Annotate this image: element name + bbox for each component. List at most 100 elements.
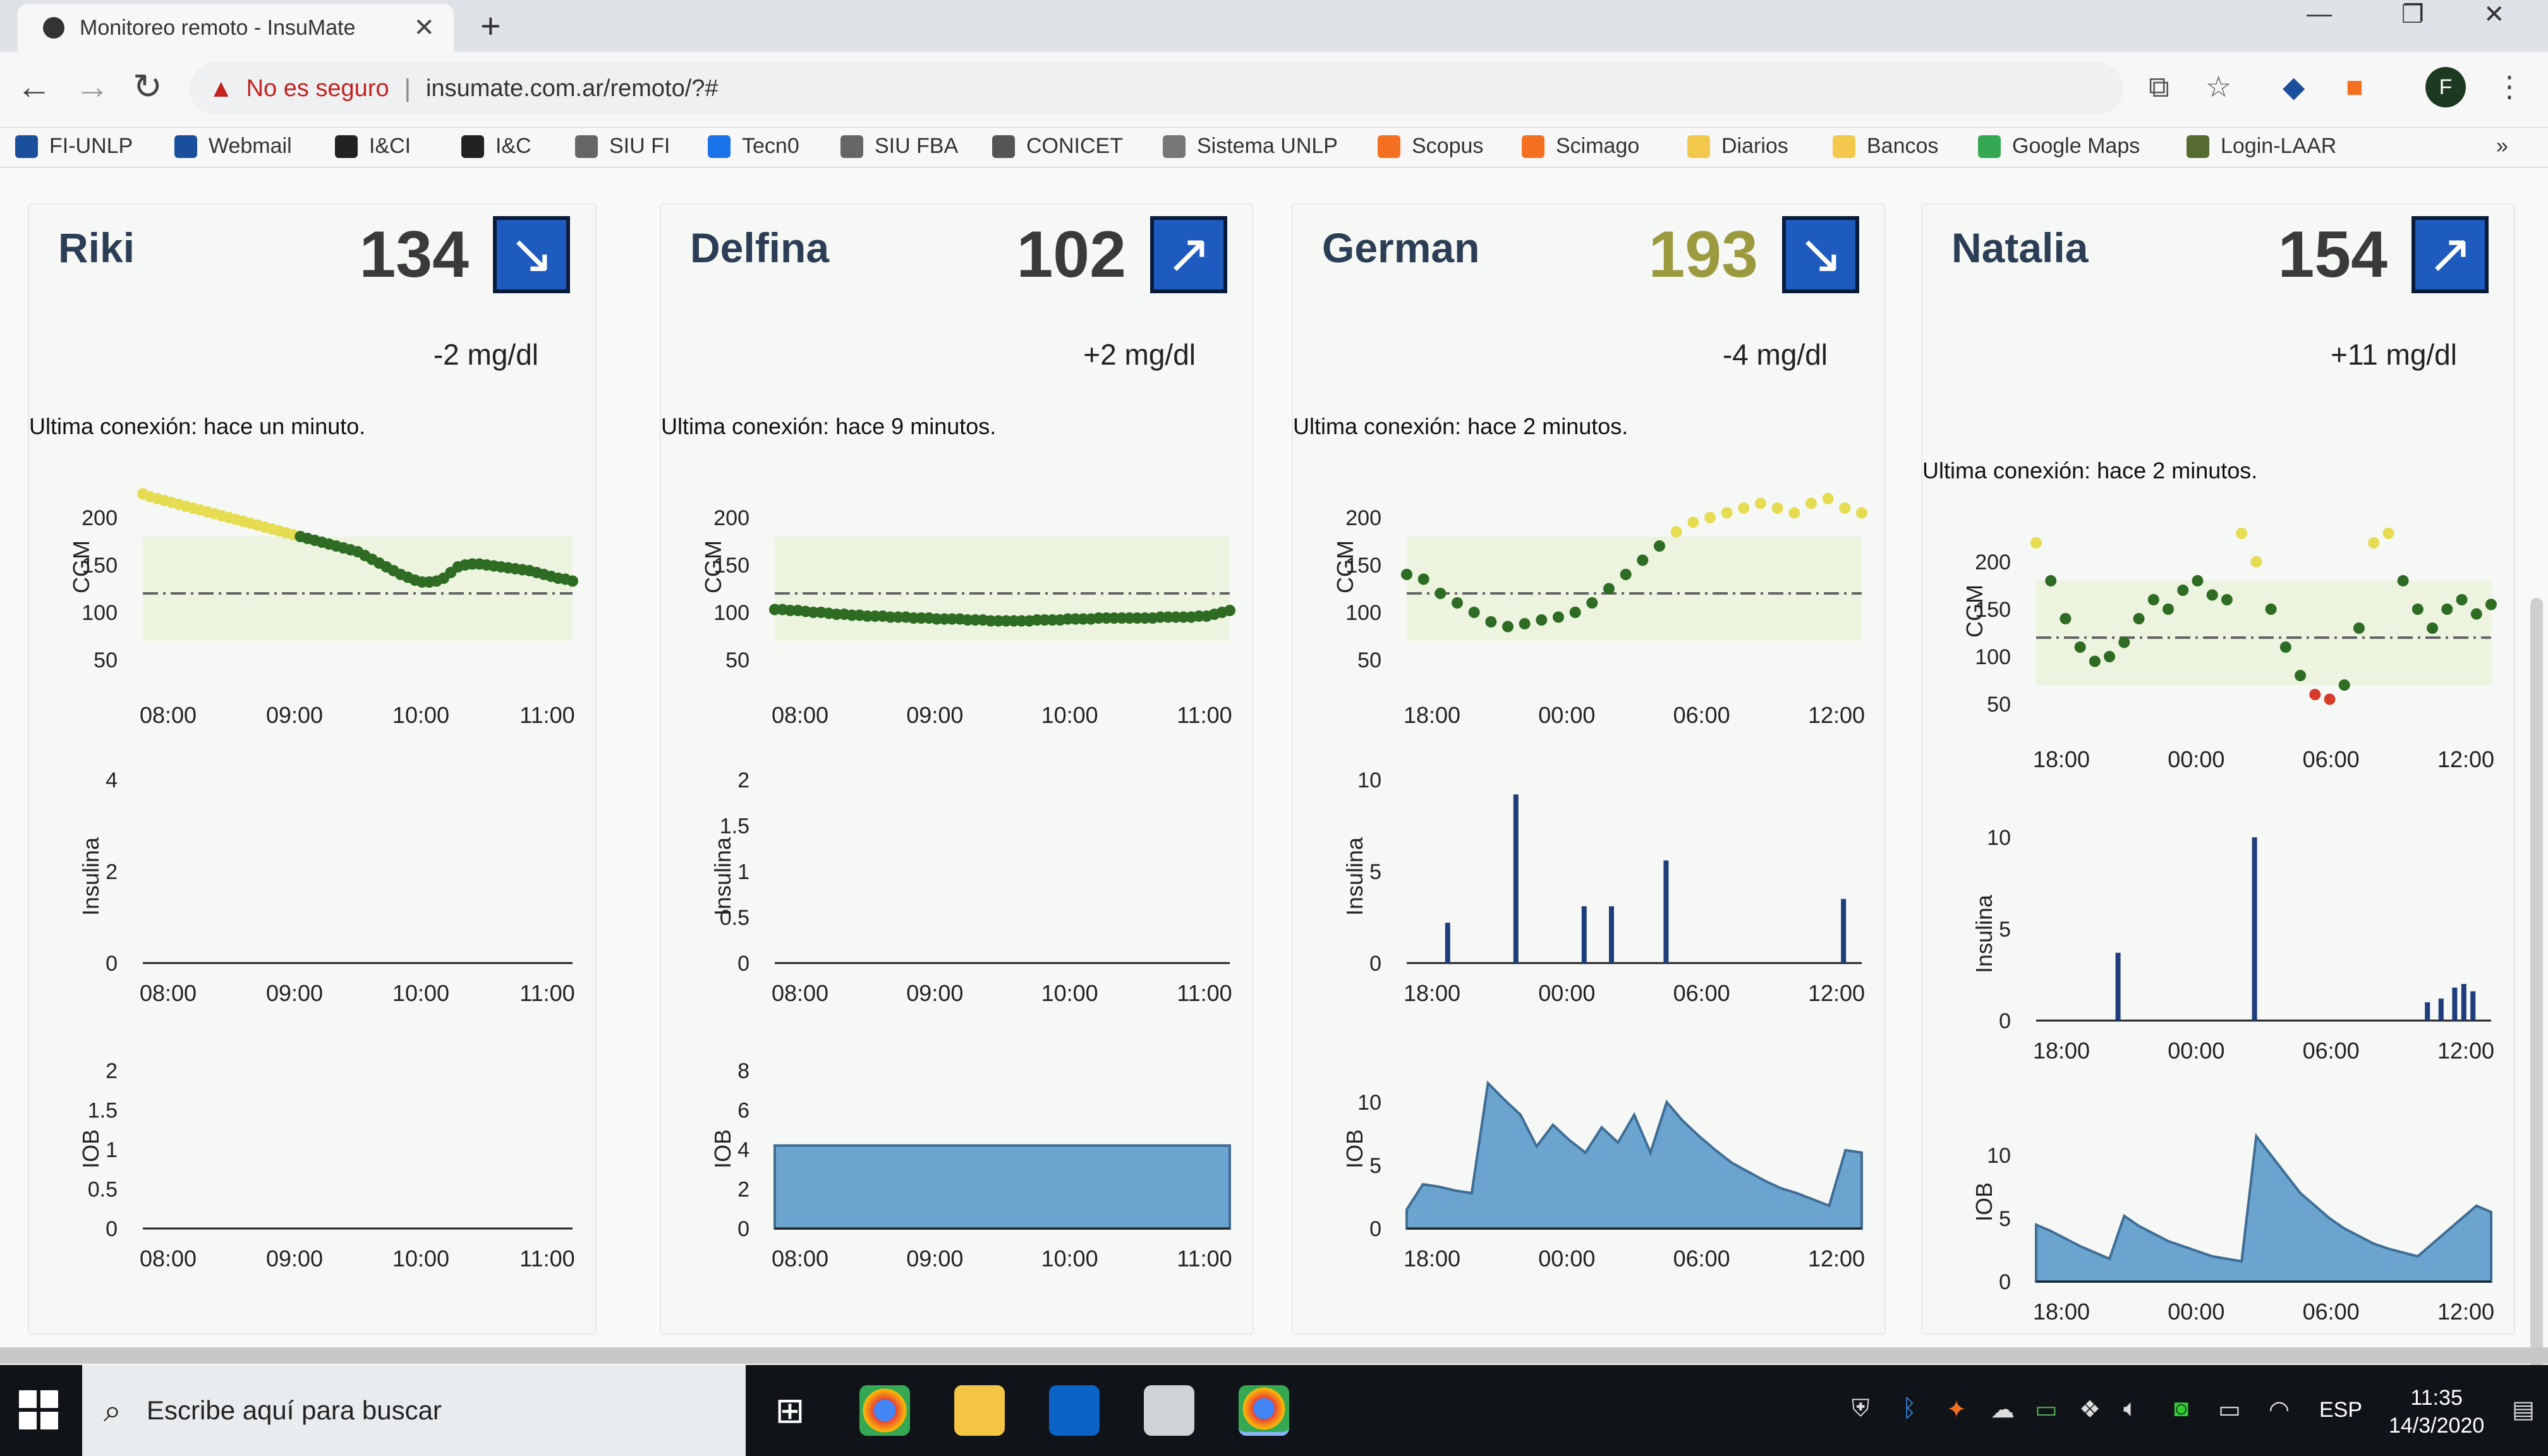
iob-xtick: 09:00 [906, 1246, 963, 1271]
bookmark-google-maps[interactable]: Google Maps [1978, 134, 2140, 159]
bookmark-diarios[interactable]: Diarios [1687, 134, 1788, 159]
bookmark-icon [335, 135, 358, 158]
bookmark-conicet[interactable]: CONICET [992, 134, 1123, 159]
back-icon[interactable]: ← [16, 66, 52, 107]
security-tray-icon[interactable]: ⛨ [1852, 1395, 1870, 1423]
notifications-icon[interactable]: ▤ [2512, 1395, 2535, 1424]
bookmark-label: Scimago [1556, 134, 1640, 158]
bookmark-fi-unlp[interactable]: FI-UNLP [15, 134, 133, 159]
patient-card-delfina[interactable]: Delfina 102 ↗ +2 mg/dl Ultima conexión: hace… [660, 203, 1254, 1335]
bookmark-bancos[interactable]: Bancos [1833, 134, 1938, 159]
page-content: Riki 134 ↘ -2 mg/dl Ultima conexión: hace un… [0, 168, 2548, 1419]
close-window-icon[interactable]: ✕ [2484, 0, 2505, 29]
language-indicator[interactable]: ESP [2319, 1398, 2362, 1423]
bookmark-star-icon[interactable]: ☆ [2205, 70, 2231, 104]
patient-card-natalia[interactable]: Natalia 154 ↗ +11 mg/dl Ultima conexión: hac… [1921, 203, 2515, 1335]
insulin-xtick: 12:00 [2437, 1038, 2494, 1064]
iob-ylabel: IOB [710, 1129, 736, 1168]
insulin-bar [2452, 987, 2458, 1021]
insulin-ytick: 0 [1369, 952, 1381, 976]
bookmark-scopus[interactable]: Scopus [1378, 134, 1483, 159]
cgm-point [2485, 598, 2497, 610]
patient-card-german[interactable]: German 193 ↘ -4 mg/dl Ultima conexión: hace … [1292, 203, 1886, 1335]
cgm-point [1822, 493, 1834, 504]
cgm-ytick: 200 [82, 506, 118, 530]
bookmark-webmail[interactable]: Webmail [174, 134, 292, 159]
cgm-point [2206, 589, 2218, 601]
cgm-ytick: 100 [1975, 645, 2011, 669]
iob-xtick: 08:00 [140, 1246, 197, 1271]
iob-ytick: 6 [737, 1099, 749, 1123]
bookmark-sistema-unlp[interactable]: Sistema UNLP [1163, 134, 1338, 159]
bookmark-label: SIU FBA [875, 134, 959, 158]
horizontal-scrollbar[interactable] [0, 1347, 2548, 1364]
dropbox-icon[interactable]: ❖ [2079, 1395, 2101, 1424]
file-explorer-icon[interactable] [954, 1385, 1005, 1436]
bookmark-siu-fba[interactable]: SIU FBA [840, 134, 958, 159]
iob-xtick: 06:00 [1673, 1246, 1730, 1271]
cgm-point [2030, 537, 2042, 549]
cgm-point [1519, 618, 1531, 629]
app-green-icon[interactable]: ◙ [2174, 1395, 2188, 1423]
bookmark-label: Webmail [209, 134, 292, 158]
vertical-scrollbar[interactable] [2530, 598, 2543, 1419]
cgm-ytick: 200 [1345, 506, 1381, 530]
insulin-ylabel: Insulina [78, 837, 104, 916]
close-tab-icon[interactable]: ✕ [413, 13, 435, 42]
bookmark-siu-fi[interactable]: SIU FI [575, 134, 670, 159]
restore-icon[interactable]: ❐ [2401, 0, 2424, 29]
insulin-ytick: 2 [737, 768, 749, 792]
insulin-ytick: 1.5 [720, 815, 749, 839]
cgm-point [2295, 670, 2307, 681]
calculator-icon[interactable] [1144, 1385, 1194, 1436]
forward-icon[interactable]: → [75, 66, 110, 107]
wifi-icon[interactable]: ◠ [2269, 1395, 2290, 1424]
cgm-xtick: 06:00 [1673, 702, 1730, 728]
iob-xtick: 18:00 [1404, 1246, 1460, 1271]
clock[interactable]: 11:35 14/3/2020 [2389, 1384, 2484, 1440]
bookmark-scimago[interactable]: Scimago [1522, 134, 1639, 159]
cgm-ytick: 200 [713, 506, 749, 530]
drive-icon[interactable]: ▭ [2035, 1395, 2058, 1424]
chrome-icon[interactable] [859, 1385, 910, 1436]
bookmark-icon [2187, 135, 2209, 158]
cgm-point [1856, 507, 1867, 519]
address-bar[interactable]: ▲ No es seguro | insumate.com.ar/remoto/… [190, 62, 2123, 115]
cloud-icon[interactable]: ☁ [1991, 1395, 2015, 1424]
minimize-icon[interactable]: — [2307, 0, 2332, 28]
clock-date: 14/3/2020 [2389, 1414, 2485, 1438]
new-tab-button[interactable]: + [480, 5, 501, 46]
outlook-icon[interactable] [1049, 1385, 1100, 1436]
reload-icon[interactable]: ↻ [133, 66, 162, 107]
insulin-ytick: 4 [106, 768, 118, 792]
patient-card-riki[interactable]: Riki 134 ↘ -2 mg/dl Ultima conexión: hace un… [28, 203, 597, 1335]
taskbar: ⌕ Escribe aquí para buscar ⊞ ⛨ ᛒ ✦ ☁ ▭ ❖… [0, 1365, 2548, 1456]
cgm-point [1224, 605, 1235, 616]
chrome-active-icon[interactable] [1239, 1385, 1289, 1436]
scopus-extension-icon[interactable]: ■ [2346, 70, 2363, 104]
insulin-ytick: 0 [737, 952, 749, 976]
translate-icon[interactable]: ⧉ [2149, 70, 2169, 105]
bookmark-i-c[interactable]: I&C [461, 134, 531, 159]
warning-icon: ▲ [209, 74, 234, 102]
windows-start-icon[interactable] [19, 1390, 59, 1431]
menu-icon[interactable]: ⋮ [2495, 70, 2524, 104]
tab-active[interactable]: Monitoreo remoto - InsuMate ✕ [18, 4, 454, 52]
clock-time: 11:35 [2410, 1386, 2463, 1410]
app-tray-icon[interactable]: ✦ [1946, 1395, 1967, 1424]
extension-icon[interactable]: ◆ [2283, 70, 2305, 104]
bookmark-i-ci[interactable]: I&CI [335, 134, 411, 159]
taskbar-search[interactable]: ⌕ Escribe aquí para buscar [82, 1365, 746, 1456]
more-bookmarks-icon[interactable]: » [2496, 134, 2508, 159]
task-view-icon[interactable]: ⊞ [765, 1385, 815, 1436]
cgm-point [2163, 604, 2175, 615]
cgm-point [2221, 594, 2233, 605]
bookmark-login-laar[interactable]: Login-LAAR [2187, 134, 2336, 159]
avatar[interactable]: F [2425, 67, 2466, 107]
target-range-band [1407, 537, 1862, 641]
cgm-point [2470, 608, 2482, 620]
bookmark-tecn0[interactable]: Tecn0 [708, 134, 799, 159]
bluetooth-icon[interactable]: ᛒ [1902, 1395, 1917, 1423]
battery-icon[interactable]: ▭ [2218, 1395, 2241, 1424]
volume-icon[interactable]: 🔈︎ [2123, 1395, 2138, 1423]
